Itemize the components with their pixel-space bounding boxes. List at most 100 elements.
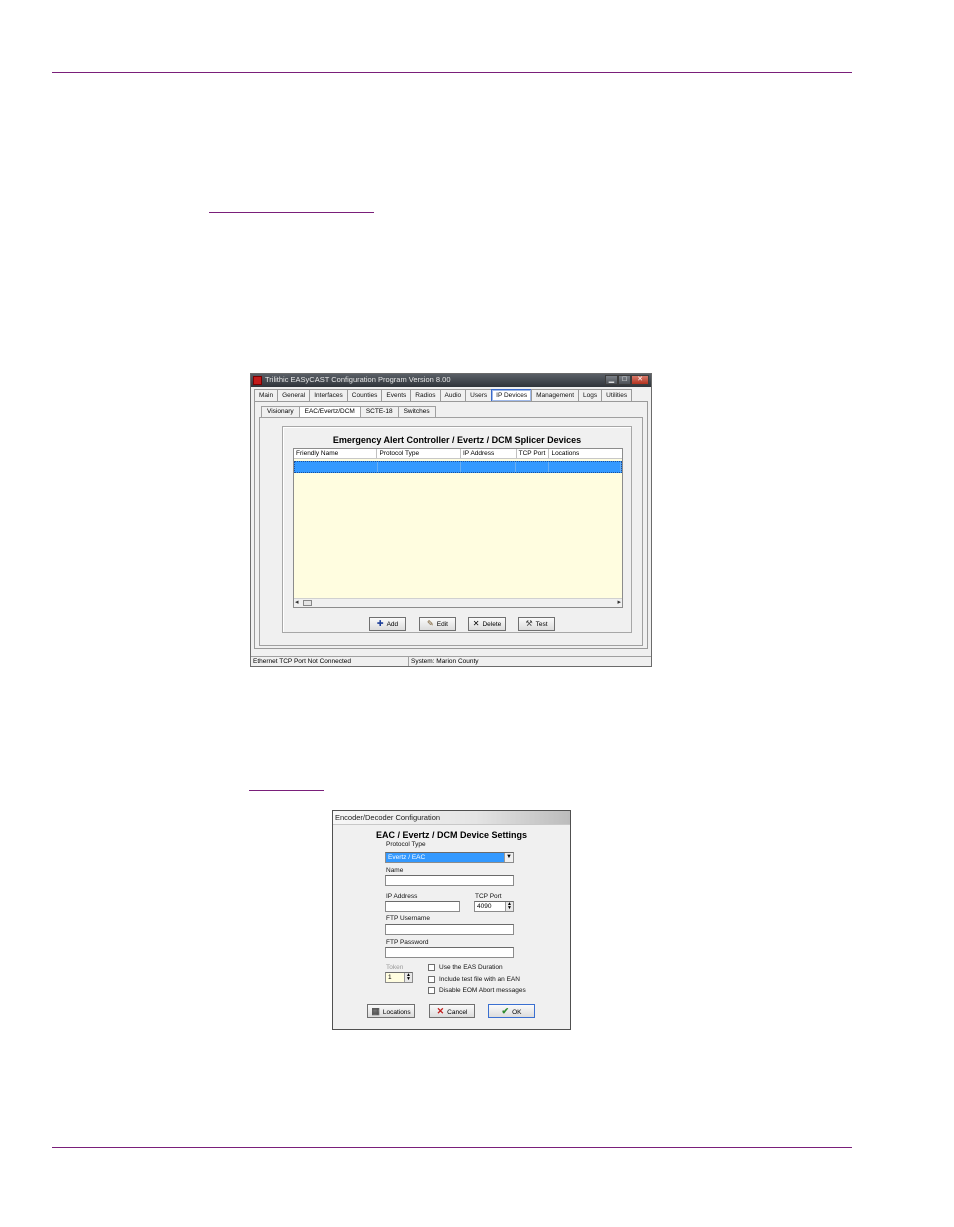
x-icon: ✕: [472, 619, 480, 628]
config-program-window: Trilithic EASyCAST Configuration Program…: [250, 373, 652, 667]
app-icon: [253, 376, 262, 385]
link-underline-2[interactable]: [249, 790, 324, 791]
cancel-label: Cancel: [447, 1009, 468, 1016]
ftp-password-field[interactable]: [385, 947, 514, 958]
table-cell: [295, 462, 378, 472]
tab-main[interactable]: Main: [254, 389, 279, 401]
column-friendly-name[interactable]: Friendly Name: [294, 449, 378, 458]
delete-label: Delete: [482, 621, 502, 628]
tab-users[interactable]: Users: [465, 389, 493, 401]
tcp-port-stepper[interactable]: 4090 ▲ ▼: [474, 901, 514, 912]
plus-icon: ✚: [376, 619, 384, 628]
dialog-heading: EAC / Evertz / DCM Device Settings: [375, 830, 528, 840]
maximize-button[interactable]: □: [618, 375, 631, 385]
delete-button[interactable]: ✕ Delete: [468, 617, 506, 631]
tab-logs[interactable]: Logs: [578, 389, 603, 401]
test-label: Test: [535, 621, 548, 628]
checkmark-icon: ✔: [501, 1006, 510, 1016]
horizontal-scrollbar[interactable]: ◂ ▸: [294, 598, 622, 607]
column-tcp-port[interactable]: TCP Port: [517, 449, 550, 458]
tab-audio[interactable]: Audio: [439, 389, 467, 401]
disable-eom-abort-checkbox[interactable]: [428, 987, 435, 994]
add-label: Add: [386, 621, 399, 628]
locations-label: Locations: [382, 1009, 411, 1016]
tab-utilities[interactable]: Utilities: [601, 389, 633, 401]
token-label: Token: [386, 964, 404, 971]
subtab-visionary[interactable]: Visionary: [261, 406, 300, 417]
ftp-username-label: FTP Username: [386, 915, 430, 922]
scroll-left-icon[interactable]: ◂: [295, 599, 299, 607]
sub-tab-strip: Visionary EAC/Evertz/DCM SCTE-18 Switche…: [261, 406, 436, 417]
tab-events[interactable]: Events: [381, 389, 412, 401]
link-underline-1[interactable]: [209, 212, 374, 213]
edit-button[interactable]: ✎ Edit: [419, 617, 456, 631]
subtab-scte-18[interactable]: SCTE-18: [359, 406, 399, 417]
tab-radios[interactable]: Radios: [410, 389, 441, 401]
ip-address-field[interactable]: [385, 901, 460, 912]
tab-management[interactable]: Management: [531, 389, 580, 401]
token-value: 1: [388, 974, 392, 981]
column-locations[interactable]: Locations: [549, 449, 622, 458]
map-icon: ▦: [371, 1006, 380, 1016]
dialog-title-bar[interactable]: Encoder/Decoder Configuration: [333, 811, 570, 825]
devices-list[interactable]: Friendly Name Protocol Type IP Address T…: [293, 448, 623, 608]
ip-devices-page: Visionary EAC/Evertz/DCM SCTE-18 Switche…: [254, 401, 648, 649]
eac-devices-panel: Emergency Alert Controller / Evertz / DC…: [259, 417, 643, 646]
status-bar: Ethernet TCP Port Not Connected System: …: [251, 656, 651, 666]
main-tab-strip: Main General Interfaces Counties Events …: [254, 389, 633, 401]
scroll-right-icon[interactable]: ▸: [617, 599, 621, 607]
bottom-rule: [52, 1147, 852, 1148]
use-eas-duration-checkbox[interactable]: [428, 964, 435, 971]
tools-icon: ⚒: [525, 619, 533, 628]
system-status: System: Marion County: [408, 657, 479, 666]
tcp-port-label: TCP Port: [475, 893, 502, 900]
list-header: Friendly Name Protocol Type IP Address T…: [294, 449, 622, 459]
scroll-thumb[interactable]: [303, 600, 312, 606]
devices-groupbox: Emergency Alert Controller / Evertz / DC…: [282, 426, 632, 633]
tab-interfaces[interactable]: Interfaces: [309, 389, 348, 401]
token-stepper[interactable]: 1 ▲ ▼: [385, 972, 413, 983]
table-cell: [516, 462, 549, 472]
test-button[interactable]: ⚒ Test: [518, 617, 555, 631]
edit-label: Edit: [436, 621, 448, 628]
ok-label: OK: [512, 1009, 522, 1016]
tab-counties[interactable]: Counties: [346, 389, 383, 401]
action-button-row: ✚ Add ✎ Edit ✕ Delete ⚒ Test: [283, 617, 631, 631]
column-protocol-type[interactable]: Protocol Type: [377, 449, 461, 458]
ok-button[interactable]: ✔ OK: [488, 1004, 535, 1018]
tcp-port-value: 4090: [477, 903, 492, 910]
subtab-switches[interactable]: Switches: [397, 406, 436, 417]
column-ip-address[interactable]: IP Address: [461, 449, 517, 458]
include-test-file-checkbox[interactable]: [428, 976, 435, 983]
spin-arrows-icon[interactable]: ▲ ▼: [505, 902, 513, 911]
use-eas-duration-label: Use the EAS Duration: [439, 964, 503, 971]
table-cell: [378, 462, 461, 472]
x-icon: ✕: [436, 1006, 445, 1016]
tab-general[interactable]: General: [277, 389, 311, 401]
table-cell: [461, 462, 517, 472]
tab-ip-devices[interactable]: IP Devices: [491, 389, 533, 401]
window-title: Trilithic EASyCAST Configuration Program…: [265, 375, 451, 384]
minimize-button[interactable]: ▁: [605, 375, 618, 385]
ftp-username-field[interactable]: [385, 924, 514, 935]
group-title: Emergency Alert Controller / Evertz / DC…: [332, 435, 582, 445]
include-test-file-label: Include test file with an EAN: [439, 976, 520, 983]
ftp-password-label: FTP Password: [386, 939, 429, 946]
ip-address-label: IP Address: [386, 893, 418, 900]
encoder-decoder-dialog: Encoder/Decoder Configuration EAC / Ever…: [332, 810, 571, 1030]
spin-arrows-icon[interactable]: ▲ ▼: [404, 973, 412, 982]
cancel-button[interactable]: ✕ Cancel: [429, 1004, 475, 1018]
disable-eom-abort-label: Disable EOM Abort messages: [439, 987, 526, 994]
protocol-type-select[interactable]: Evertz / EAC ▼: [385, 852, 514, 863]
name-field[interactable]: [385, 875, 514, 886]
add-button[interactable]: ✚ Add: [369, 617, 406, 631]
close-button[interactable]: ✕: [631, 375, 649, 385]
top-rule: [52, 72, 852, 73]
chevron-down-icon[interactable]: ▼: [504, 853, 513, 862]
locations-button[interactable]: ▦ Locations: [367, 1004, 415, 1018]
table-row-selected[interactable]: [294, 461, 622, 473]
title-bar[interactable]: Trilithic EASyCAST Configuration Program…: [251, 374, 651, 387]
connection-status: Ethernet TCP Port Not Connected: [253, 658, 352, 665]
protocol-type-value: Evertz / EAC: [388, 854, 426, 861]
subtab-eac-evertz-dcm[interactable]: EAC/Evertz/DCM: [298, 406, 361, 417]
